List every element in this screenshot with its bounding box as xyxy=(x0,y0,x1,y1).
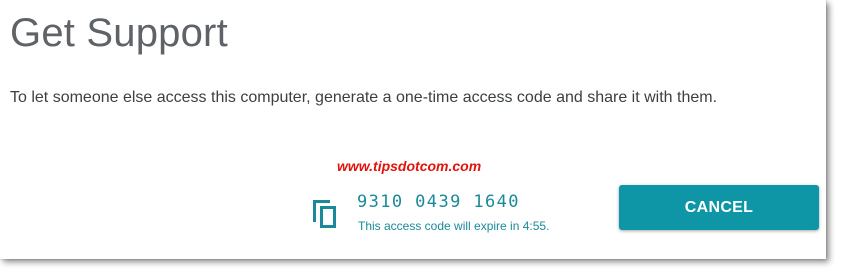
access-code: 9310 0439 1640 xyxy=(357,192,520,212)
page-title: Get Support xyxy=(10,11,228,55)
watermark-text: www.tipsdotcom.com xyxy=(337,158,482,174)
support-dialog: Get Support To let someone else access t… xyxy=(0,0,826,259)
copy-icon-graphic xyxy=(313,200,336,228)
expiry-text: This access code will expire in 4:55. xyxy=(358,219,550,233)
description-text: To let someone else access this computer… xyxy=(10,89,718,106)
cancel-button[interactable]: CANCEL xyxy=(619,185,819,230)
copy-icon[interactable] xyxy=(310,196,342,230)
